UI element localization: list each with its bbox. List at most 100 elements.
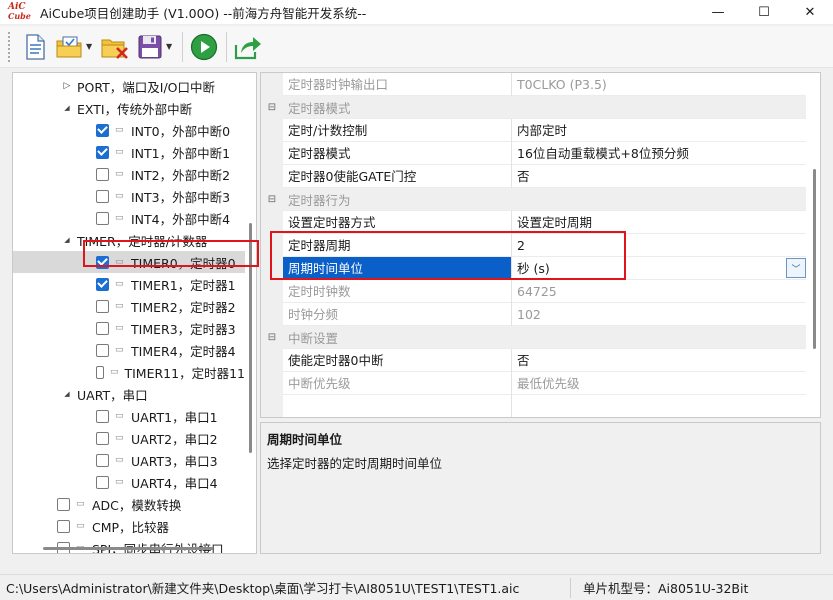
category-timer-behavior[interactable]: ⊟ 定时器行为 (261, 187, 806, 211)
category-timer-mode[interactable]: ⊟ 定时器模式 (261, 95, 806, 119)
item-icon: ▭ (115, 213, 124, 223)
collapse-arrow-icon[interactable]: ◢ (61, 104, 73, 112)
checkbox-int2[interactable] (96, 167, 109, 181)
prop-row-enable-interrupt[interactable]: 使能定时器0中断 否 (261, 348, 806, 372)
prop-row-gate-control[interactable]: 定时器0使能GATE门控 否 (261, 164, 806, 188)
tree-item-int2[interactable]: ▭ INT2，外部中断2 (13, 163, 245, 185)
prop-row-timer-mode[interactable]: 定时器模式 16位自动重载模式+8位预分频 (261, 141, 806, 165)
save-icon (138, 35, 162, 58)
tree-item-label: ADC，模数转换 (92, 497, 182, 513)
new-document-icon (26, 33, 45, 60)
tree-item-int1[interactable]: ▭ INT1，外部中断1 (13, 141, 245, 163)
checkbox-timer3[interactable] (96, 321, 109, 335)
run-button[interactable] (189, 31, 219, 63)
category-interrupt-settings[interactable]: ⊟ 中断设置 (261, 325, 806, 349)
open-folder-button[interactable] (55, 31, 85, 63)
collapse-icon[interactable]: ⊟ (261, 187, 283, 211)
item-icon: ▭ (115, 147, 124, 157)
checkbox-adc[interactable] (57, 497, 70, 511)
expand-arrow-icon[interactable]: ▷ (61, 81, 73, 91)
checkbox-int1[interactable] (96, 145, 109, 159)
checkbox-int4[interactable] (96, 211, 109, 225)
prop-row-interrupt-priority[interactable]: 中断优先级 最低优先级 (261, 371, 806, 395)
collapse-arrow-icon[interactable]: ◢ (61, 236, 73, 244)
prop-row-clock-output[interactable]: 定时器时钟输出口 T0CLKO (P3.5) (261, 73, 806, 96)
checkbox-cmp[interactable] (57, 519, 70, 533)
save-dropdown-arrow-icon[interactable]: ▼ (166, 42, 176, 51)
tree-item-timer11[interactable]: ▭ TIMER11，定时器11 (13, 361, 245, 383)
tree-item-uart2[interactable]: ▭ UART2，串口2 (13, 427, 245, 449)
checkbox-uart3[interactable] (96, 453, 109, 467)
tree-item-exti[interactable]: ◢ EXTI，传统外部中断 (13, 97, 245, 119)
open-folder-icon (56, 36, 82, 57)
tree-item-uart3[interactable]: ▭ UART3，串口3 (13, 449, 245, 471)
prop-value: T0CLKO (P3.5) (517, 76, 607, 92)
prop-row-clock-divider[interactable]: 时钟分频 102 (261, 302, 806, 326)
peripheral-tree[interactable]: ▷ PORT，端口及I/O口中断 ◢ EXTI，传统外部中断 ▭ INT0，外部… (12, 72, 257, 554)
prop-name: 定时/计数控制 (283, 118, 512, 142)
checkbox-timer1[interactable] (96, 277, 109, 291)
checkbox-int3[interactable] (96, 189, 109, 203)
tree-horizontal-scrollbar[interactable] (43, 547, 213, 550)
item-icon: ▭ (115, 191, 124, 201)
tree-item-int3[interactable]: ▭ INT3，外部中断3 (13, 185, 245, 207)
maximize-button[interactable]: ☐ (741, 0, 787, 24)
tree-item-label: INT2，外部中断2 (131, 167, 231, 183)
toolbar-grip[interactable] (8, 31, 12, 62)
save-button[interactable] (135, 31, 165, 63)
item-icon: ▭ (115, 323, 124, 333)
tree-item-timer1[interactable]: ▭ TIMER1，定时器1 (13, 273, 245, 295)
item-icon: ▭ (115, 411, 124, 421)
open-dropdown-arrow-icon[interactable]: ▼ (86, 42, 96, 51)
checkbox-uart1[interactable] (96, 409, 109, 423)
run-icon (190, 33, 218, 60)
property-grid-scrollbar[interactable] (813, 169, 816, 349)
checkbox-int0[interactable] (96, 123, 109, 137)
tree-item-timer3[interactable]: ▭ TIMER3，定时器3 (13, 317, 245, 339)
tree-item-cmp[interactable]: ▭ CMP，比较器 (13, 515, 245, 537)
tree-item-timer4[interactable]: ▭ TIMER4，定时器4 (13, 339, 245, 361)
tree-item-uart4[interactable]: ▭ UART4，串口4 (13, 471, 245, 493)
tree-item-label: TIMER11，定时器11 (124, 365, 245, 381)
tree-item-label: UART，串口 (77, 387, 148, 403)
toolbar-separator (226, 31, 227, 62)
tree-item-timer2[interactable]: ▭ TIMER2，定时器2 (13, 295, 245, 317)
chevron-down-icon[interactable]: ﹀ (786, 258, 806, 278)
collapse-arrow-icon[interactable]: ◢ (61, 390, 73, 398)
tree-item-int4[interactable]: ▭ INT4，外部中断4 (13, 207, 245, 229)
prop-value[interactable]: 否 (512, 349, 806, 372)
minimize-button[interactable]: — (695, 0, 741, 24)
checkbox-uart4[interactable] (96, 475, 109, 489)
item-icon: ▭ (109, 367, 119, 377)
prop-name: 定时时钟数 (283, 279, 512, 303)
collapse-icon[interactable]: ⊟ (261, 95, 283, 119)
close-button[interactable]: ✕ (787, 0, 833, 24)
project-path: C:\Users\Administrator\新建文件夹\Desktop\桌面\… (6, 581, 520, 596)
collapse-icon[interactable]: ⊟ (261, 325, 283, 349)
mcu-model: 单片机型号：Ai8051U-32Bit (583, 581, 749, 596)
tree-item-port[interactable]: ▷ PORT，端口及I/O口中断 (13, 75, 245, 97)
tree-item-uart1[interactable]: ▭ UART1，串口1 (13, 405, 245, 427)
prop-value[interactable]: 16位自动重载模式+8位预分频 (512, 142, 806, 165)
checkbox-timer2[interactable] (96, 299, 109, 313)
checkbox-timer4[interactable] (96, 343, 109, 357)
tree-item-int0[interactable]: ▭ INT0，外部中断0 (13, 119, 245, 141)
checkbox-timer11[interactable] (96, 365, 104, 379)
close-project-button[interactable] (100, 31, 130, 63)
new-document-button[interactable] (20, 31, 50, 63)
tree-item-spi[interactable]: ▭ SPI，同步串行外设接口 (13, 537, 245, 553)
item-icon: ▭ (115, 169, 124, 179)
prop-row-timer-count-control[interactable]: 定时/计数控制 内部定时 (261, 118, 806, 142)
checkbox-uart2[interactable] (96, 431, 109, 445)
tree-item-uart[interactable]: ◢ UART，串口 (13, 383, 245, 405)
prop-value[interactable]: 否 (512, 165, 806, 188)
tree-item-label: INT4，外部中断4 (131, 211, 231, 227)
prop-row-timer-clocks[interactable]: 定时时钟数 64725 (261, 279, 806, 303)
tree-item-label: TIMER2，定时器2 (131, 299, 236, 315)
toolbar: ▼ ▼ (0, 26, 833, 68)
export-button[interactable] (233, 31, 263, 63)
prop-value[interactable]: 内部定时 (512, 119, 806, 142)
tree-item-adc[interactable]: ▭ ADC，模数转换 (13, 493, 245, 515)
title-bar: AiC Cube AiCube项目创建助手 (V1.00O) --前海方舟智能开… (0, 0, 833, 24)
export-icon (234, 36, 261, 59)
